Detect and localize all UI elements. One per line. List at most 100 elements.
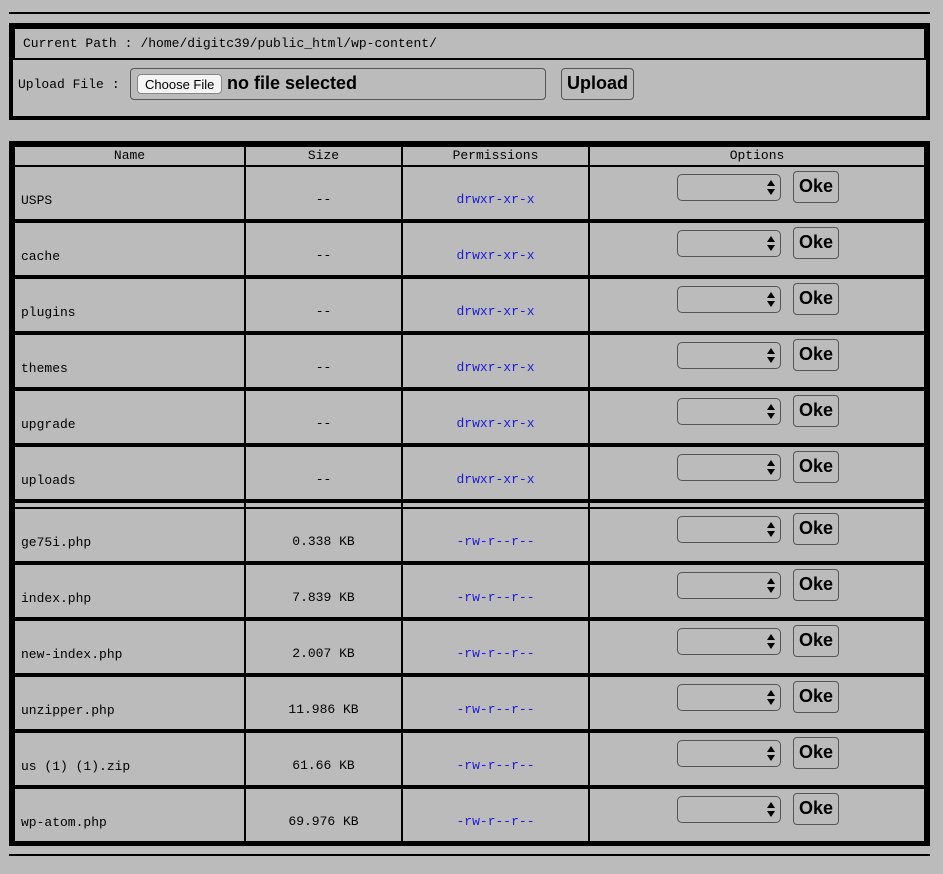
file-name[interactable]: upgrade xyxy=(21,417,76,433)
current-path-row: Current Path: /home/digitc39/public_html/… xyxy=(13,27,926,60)
oke-button[interactable]: Oke xyxy=(793,513,839,545)
file-size: 0.338 KB xyxy=(292,534,355,549)
file-name[interactable]: themes xyxy=(21,361,68,377)
oke-button[interactable]: Oke xyxy=(793,793,839,825)
action-select[interactable] xyxy=(677,572,781,599)
action-select[interactable] xyxy=(677,628,781,655)
file-permissions-link[interactable]: drwxr-xr-x xyxy=(403,304,588,320)
table-cell-size: 2.007 KB xyxy=(244,619,403,675)
action-select[interactable] xyxy=(677,230,781,257)
upload-button[interactable]: Upload xyxy=(561,68,634,100)
action-select[interactable] xyxy=(677,740,781,767)
table-cell-name: USPS xyxy=(13,165,246,221)
action-select[interactable] xyxy=(677,684,781,711)
action-select[interactable] xyxy=(677,516,781,543)
table-cell-name: wp-atom.php xyxy=(13,787,246,843)
table-cell-size: -- xyxy=(244,277,403,333)
table-cell-permissions: drwxr-xr-x xyxy=(401,221,590,277)
file-name[interactable]: USPS xyxy=(21,193,52,209)
action-select[interactable] xyxy=(677,454,781,481)
oke-button[interactable]: Oke xyxy=(793,451,839,483)
upload-file-row: Upload File: Choose File no file selecte… xyxy=(13,60,926,116)
table-cell-options: Oke xyxy=(588,389,926,445)
select-arrows-icon xyxy=(767,690,775,705)
table-cell-permissions: drwxr-xr-x xyxy=(401,389,590,445)
table-cell-options: Oke xyxy=(588,277,926,333)
file-name[interactable]: us (1) (1).zip xyxy=(21,759,130,775)
action-select[interactable] xyxy=(677,286,781,313)
file-permissions-link[interactable]: -rw-r--r-- xyxy=(403,814,588,830)
file-permissions-link[interactable]: drwxr-xr-x xyxy=(403,416,588,432)
file-permissions-link[interactable]: -rw-r--r-- xyxy=(403,702,588,718)
file-size: -- xyxy=(315,472,332,487)
oke-button[interactable]: Oke xyxy=(793,681,839,713)
file-size: -- xyxy=(315,360,332,375)
file-name[interactable]: index.php xyxy=(21,591,91,607)
table-cell-options: Oke xyxy=(588,787,926,843)
table-cell-options: Oke xyxy=(588,445,926,501)
file-size: 69.976 KB xyxy=(288,814,359,829)
oke-button[interactable]: Oke xyxy=(793,227,839,259)
header-options: Options xyxy=(588,145,926,167)
file-size: -- xyxy=(315,416,332,431)
file-name[interactable]: new-index.php xyxy=(21,647,122,663)
file-name[interactable]: wp-atom.php xyxy=(21,815,107,831)
table-cell-name: plugins xyxy=(13,277,246,333)
file-size: -- xyxy=(315,248,332,263)
oke-button[interactable]: Oke xyxy=(793,737,839,769)
table-cell-permissions: -rw-r--r-- xyxy=(401,563,590,619)
file-permissions-link[interactable]: -rw-r--r-- xyxy=(403,590,588,606)
file-name[interactable]: cache xyxy=(21,249,60,265)
table-cell-options: Oke xyxy=(588,675,926,731)
file-name[interactable]: ge75i.php xyxy=(21,535,91,551)
file-permissions-link[interactable]: -rw-r--r-- xyxy=(403,534,588,550)
oke-button[interactable]: Oke xyxy=(793,569,839,601)
table-cell-name: upgrade xyxy=(13,389,246,445)
table-cell-options: Oke xyxy=(588,619,926,675)
file-name[interactable]: uploads xyxy=(21,473,76,489)
header-name: Name xyxy=(13,145,246,167)
table-cell-permissions: drwxr-xr-x xyxy=(401,333,590,389)
oke-button[interactable]: Oke xyxy=(793,171,839,203)
action-select[interactable] xyxy=(677,174,781,201)
action-select[interactable] xyxy=(677,796,781,823)
table-cell-options: Oke xyxy=(588,507,926,563)
table-cell-name: us (1) (1).zip xyxy=(13,731,246,787)
file-permissions-link[interactable]: -rw-r--r-- xyxy=(403,646,588,662)
file-size: -- xyxy=(315,192,332,207)
upload-file-label: Upload File xyxy=(18,77,104,92)
file-permissions-link[interactable]: drwxr-xr-x xyxy=(403,248,588,264)
file-name[interactable]: unzipper.php xyxy=(21,703,115,719)
table-cell-name: ge75i.php xyxy=(13,507,246,563)
action-select[interactable] xyxy=(677,398,781,425)
select-arrows-icon xyxy=(767,578,775,593)
file-name[interactable]: plugins xyxy=(21,305,76,321)
table-cell-permissions: drwxr-xr-x xyxy=(401,165,590,221)
table-cell-options: Oke xyxy=(588,221,926,277)
bottom-divider xyxy=(9,854,930,856)
file-permissions-link[interactable]: drwxr-xr-x xyxy=(403,472,588,488)
table-cell-size: -- xyxy=(244,333,403,389)
table-cell-permissions: -rw-r--r-- xyxy=(401,619,590,675)
file-input[interactable]: Choose File no file selected xyxy=(130,68,546,100)
table-cell-size: 69.976 KB xyxy=(244,787,403,843)
current-path-label: Current Path xyxy=(23,36,117,51)
file-permissions-link[interactable]: drwxr-xr-x xyxy=(403,360,588,376)
oke-button[interactable]: Oke xyxy=(793,339,839,371)
file-permissions-link[interactable]: -rw-r--r-- xyxy=(403,758,588,774)
file-permissions-link[interactable]: drwxr-xr-x xyxy=(403,192,588,208)
select-arrows-icon xyxy=(767,522,775,537)
select-arrows-icon xyxy=(767,460,775,475)
no-file-selected-text: no file selected xyxy=(227,73,358,93)
action-select[interactable] xyxy=(677,342,781,369)
header-size: Size xyxy=(244,145,403,167)
oke-button[interactable]: Oke xyxy=(793,283,839,315)
file-size: 61.66 KB xyxy=(292,758,355,773)
file-size: 2.007 KB xyxy=(292,646,355,661)
table-cell-permissions: -rw-r--r-- xyxy=(401,507,590,563)
current-path-value: /home/digitc39/public_html/wp-content/ xyxy=(140,36,437,51)
oke-button[interactable]: Oke xyxy=(793,625,839,657)
select-arrows-icon xyxy=(767,236,775,251)
choose-file-button[interactable]: Choose File xyxy=(137,74,223,94)
oke-button[interactable]: Oke xyxy=(793,395,839,427)
